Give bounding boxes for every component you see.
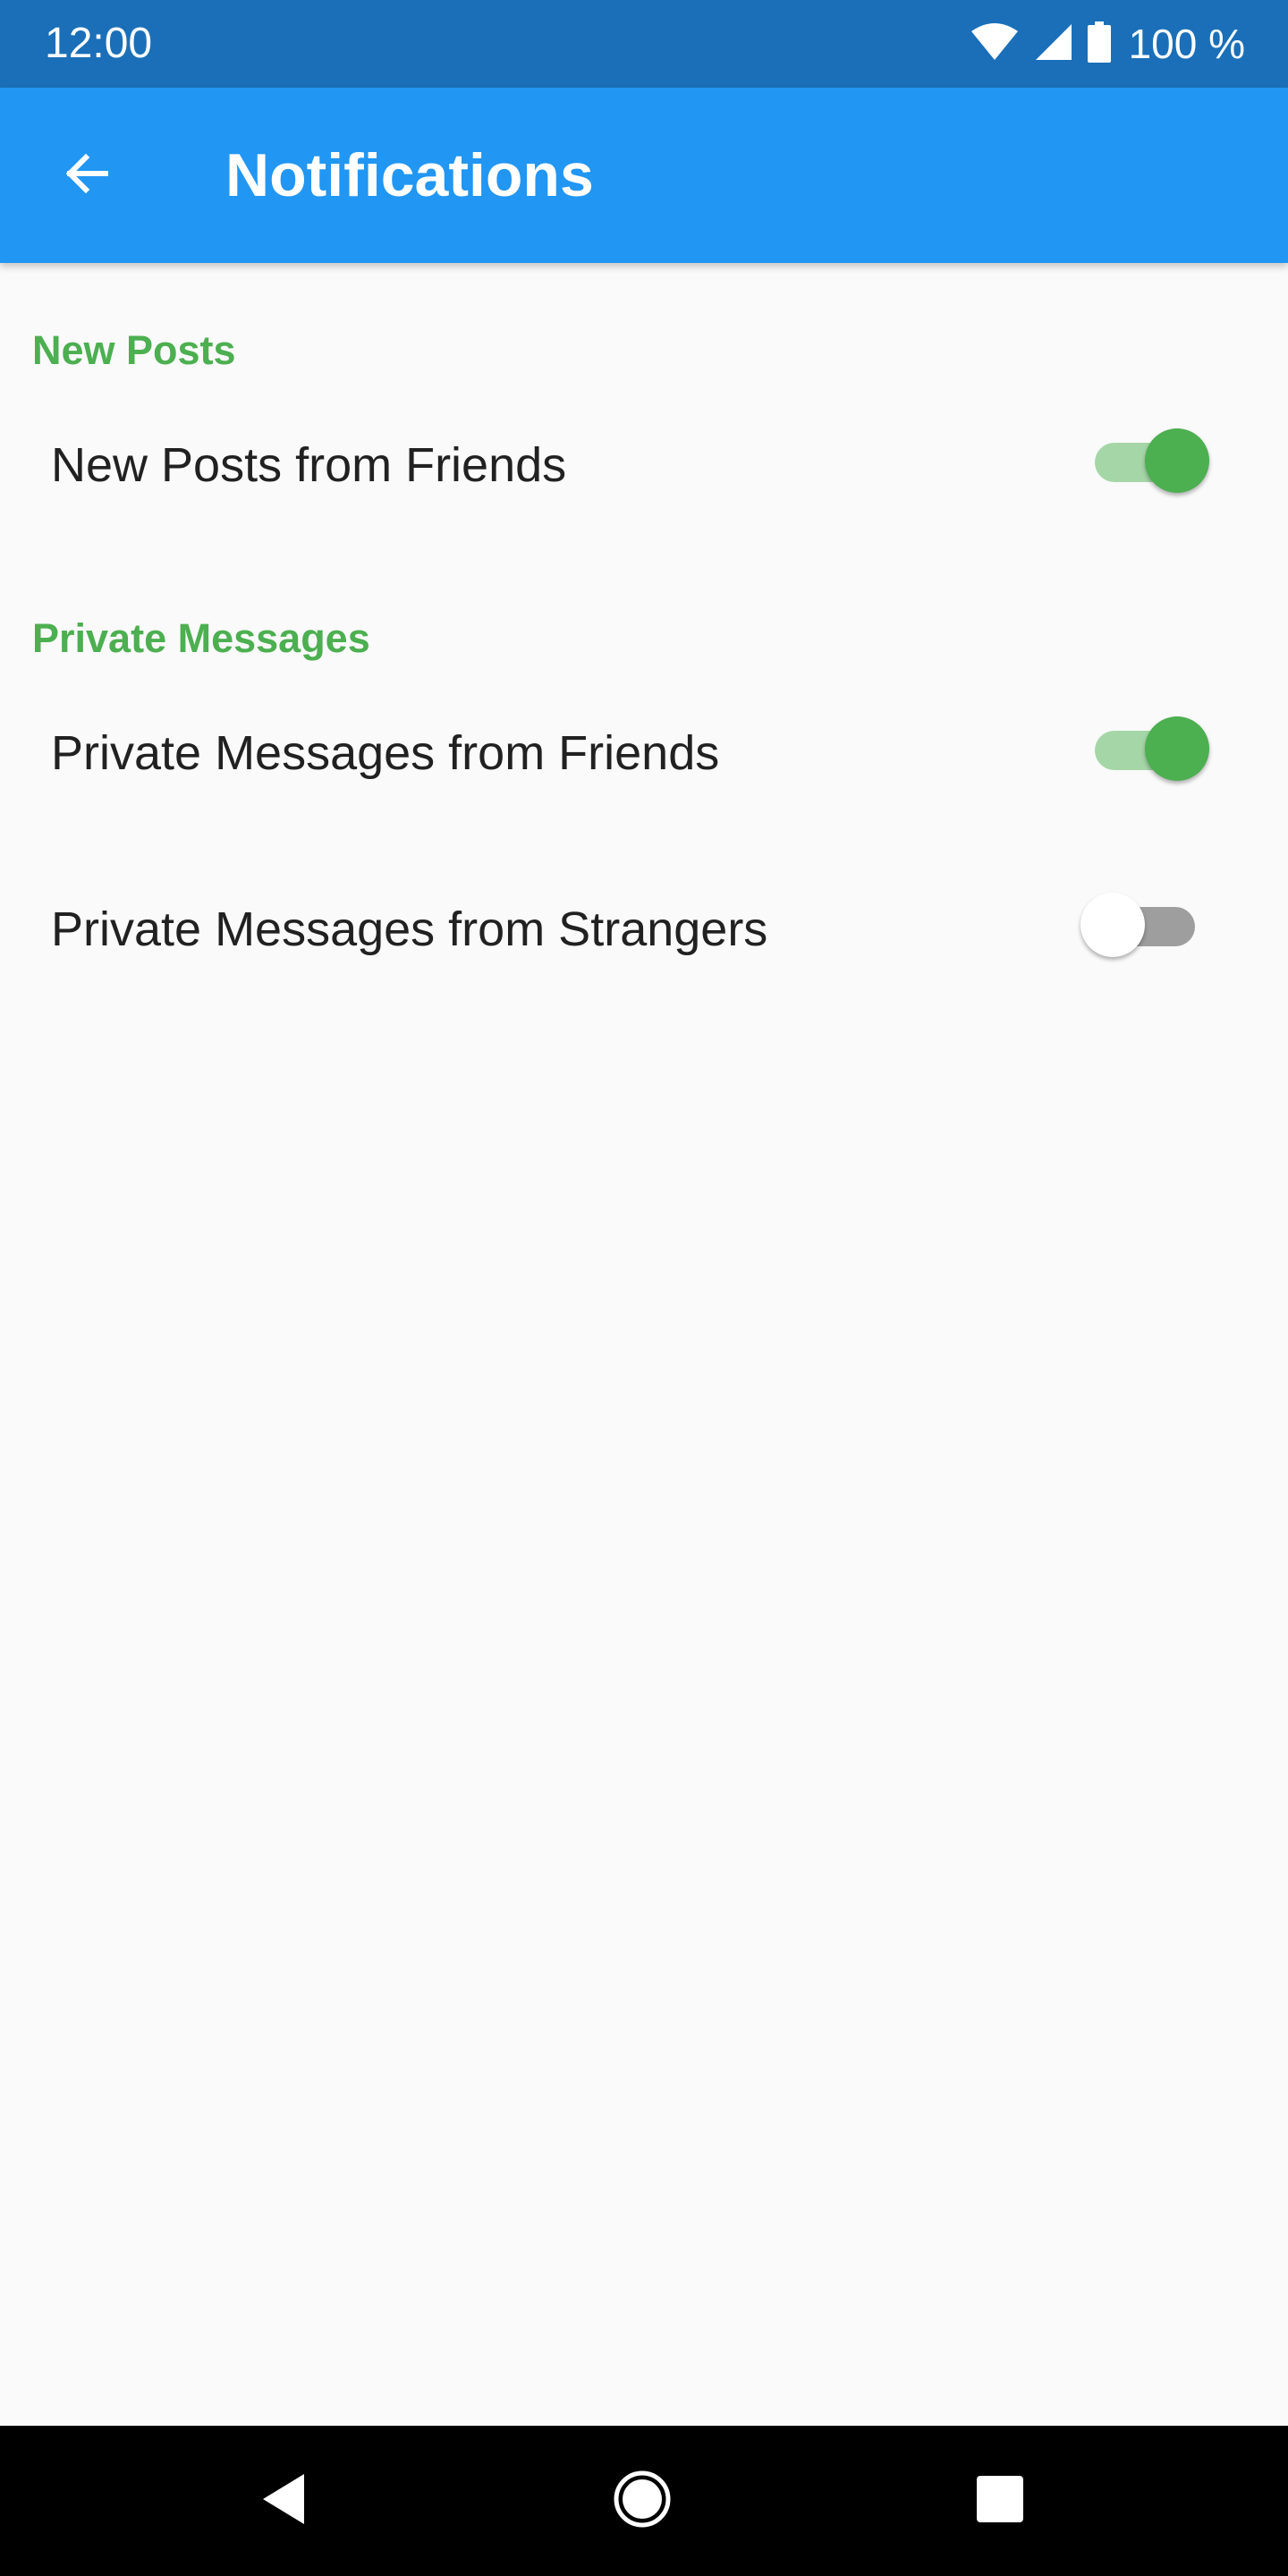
switch-thumb xyxy=(1145,428,1209,493)
section-header-private-messages: Private Messages xyxy=(32,615,370,661)
arrow-back-icon xyxy=(59,147,113,205)
wifi-icon xyxy=(970,22,1020,66)
status-bar: 12:00 100 % xyxy=(0,0,1288,88)
back-triangle-icon xyxy=(259,2472,309,2530)
battery-icon xyxy=(1087,21,1111,67)
toggle-private-messages-from-friends[interactable] xyxy=(1084,716,1209,781)
setting-label: Private Messages from Friends xyxy=(51,726,720,780)
toggle-new-posts-from-friends[interactable] xyxy=(1084,428,1209,493)
setting-row-private-messages-from-strangers[interactable]: Private Messages from Strangers xyxy=(0,860,1288,994)
settings-list: New Posts New Posts from Friends Private… xyxy=(0,263,1288,2426)
recents-square-icon xyxy=(976,2475,1024,2528)
nav-home-button[interactable] xyxy=(597,2456,687,2546)
status-time: 12:00 xyxy=(45,20,153,67)
status-icons: 100 % xyxy=(970,18,1245,70)
page-title: Notifications xyxy=(225,141,594,209)
home-circle-icon xyxy=(613,2470,672,2533)
switch-thumb xyxy=(1145,716,1209,781)
nav-back-button[interactable] xyxy=(240,2456,329,2546)
back-button[interactable] xyxy=(41,131,131,220)
nav-recents-button[interactable] xyxy=(955,2456,1045,2546)
toggle-private-messages-from-strangers[interactable] xyxy=(1080,893,1206,957)
app-bar: Notifications xyxy=(0,88,1288,263)
setting-label: Private Messages from Strangers xyxy=(51,902,768,956)
section-header-new-posts: New Posts xyxy=(32,327,236,373)
battery-percentage: 100 % xyxy=(1128,21,1245,67)
setting-row-new-posts-from-friends[interactable]: New Posts from Friends xyxy=(0,395,1288,530)
system-nav-bar xyxy=(0,2426,1288,2576)
cell-signal-icon xyxy=(1034,22,1073,66)
setting-row-private-messages-from-friends[interactable]: Private Messages from Friends xyxy=(0,683,1288,818)
switch-thumb xyxy=(1080,893,1145,957)
setting-label: New Posts from Friends xyxy=(51,438,567,492)
